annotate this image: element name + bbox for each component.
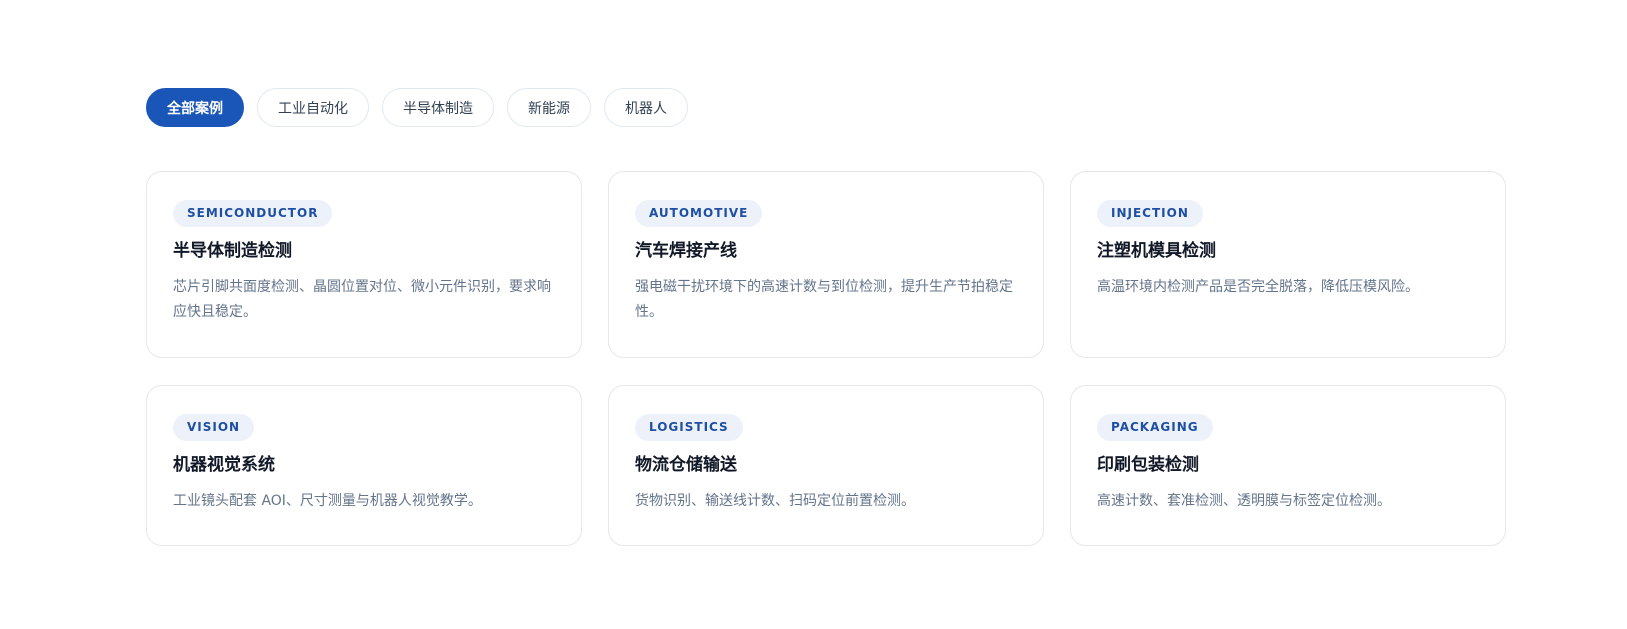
filter-bar: 全部案例 工业自动化 半导体制造 新能源 机器人 bbox=[146, 88, 688, 127]
case-description: 货物识别、输送线计数、扫码定位前置检测。 bbox=[635, 493, 915, 509]
case-title: 汽车焊接产线 bbox=[635, 241, 737, 261]
case-card-packaging[interactable]: PACKAGING 印刷包装检测 高速计数、套准检测、透明膜与标签定位检测。 bbox=[1070, 385, 1506, 546]
case-grid: SEMICONDUCTOR 半导体制造检测 芯片引脚共面度检测、晶圆位置对位、微… bbox=[146, 171, 1506, 546]
filter-all-cases[interactable]: 全部案例 bbox=[146, 88, 244, 127]
case-description: 工业镜头配套 AOI、尺寸测量与机器人视觉教学。 bbox=[173, 493, 482, 509]
case-description: 强电磁干扰环境下的高速计数与到位检测，提升生产节拍稳定性。 bbox=[635, 279, 1013, 320]
case-description: 高温环境内检测产品是否完全脱落，降低压模风险。 bbox=[1097, 279, 1419, 295]
case-card-semiconductor[interactable]: SEMICONDUCTOR 半导体制造检测 芯片引脚共面度检测、晶圆位置对位、微… bbox=[146, 171, 582, 358]
case-tag: PACKAGING bbox=[1097, 414, 1213, 441]
case-card-injection[interactable]: INJECTION 注塑机模具检测 高温环境内检测产品是否完全脱落，降低压模风险… bbox=[1070, 171, 1506, 358]
case-title: 半导体制造检测 bbox=[173, 241, 292, 261]
case-tag: VISION bbox=[173, 414, 255, 441]
filter-industrial-automation[interactable]: 工业自动化 bbox=[257, 88, 369, 127]
case-description: 高速计数、套准检测、透明膜与标签定位检测。 bbox=[1097, 493, 1391, 509]
case-card-automotive[interactable]: AUTOMOTIVE 汽车焊接产线 强电磁干扰环境下的高速计数与到位检测，提升生… bbox=[608, 171, 1044, 358]
case-tag: SEMICONDUCTOR bbox=[173, 200, 333, 227]
case-title: 物流仓储输送 bbox=[635, 455, 737, 475]
case-title: 印刷包装检测 bbox=[1097, 455, 1199, 475]
filter-robotics[interactable]: 机器人 bbox=[604, 88, 688, 127]
case-description: 芯片引脚共面度检测、晶圆位置对位、微小元件识别，要求响应快且稳定。 bbox=[173, 279, 551, 320]
case-card-vision[interactable]: VISION 机器视觉系统 工业镜头配套 AOI、尺寸测量与机器人视觉教学。 bbox=[146, 385, 582, 546]
filter-semiconductor[interactable]: 半导体制造 bbox=[382, 88, 494, 127]
case-title: 机器视觉系统 bbox=[173, 455, 275, 475]
case-title: 注塑机模具检测 bbox=[1097, 241, 1216, 261]
case-tag: LOGISTICS bbox=[635, 414, 743, 441]
filter-new-energy[interactable]: 新能源 bbox=[507, 88, 591, 127]
case-tag: AUTOMOTIVE bbox=[635, 200, 763, 227]
case-card-logistics[interactable]: LOGISTICS 物流仓储输送 货物识别、输送线计数、扫码定位前置检测。 bbox=[608, 385, 1044, 546]
case-tag: INJECTION bbox=[1097, 200, 1203, 227]
